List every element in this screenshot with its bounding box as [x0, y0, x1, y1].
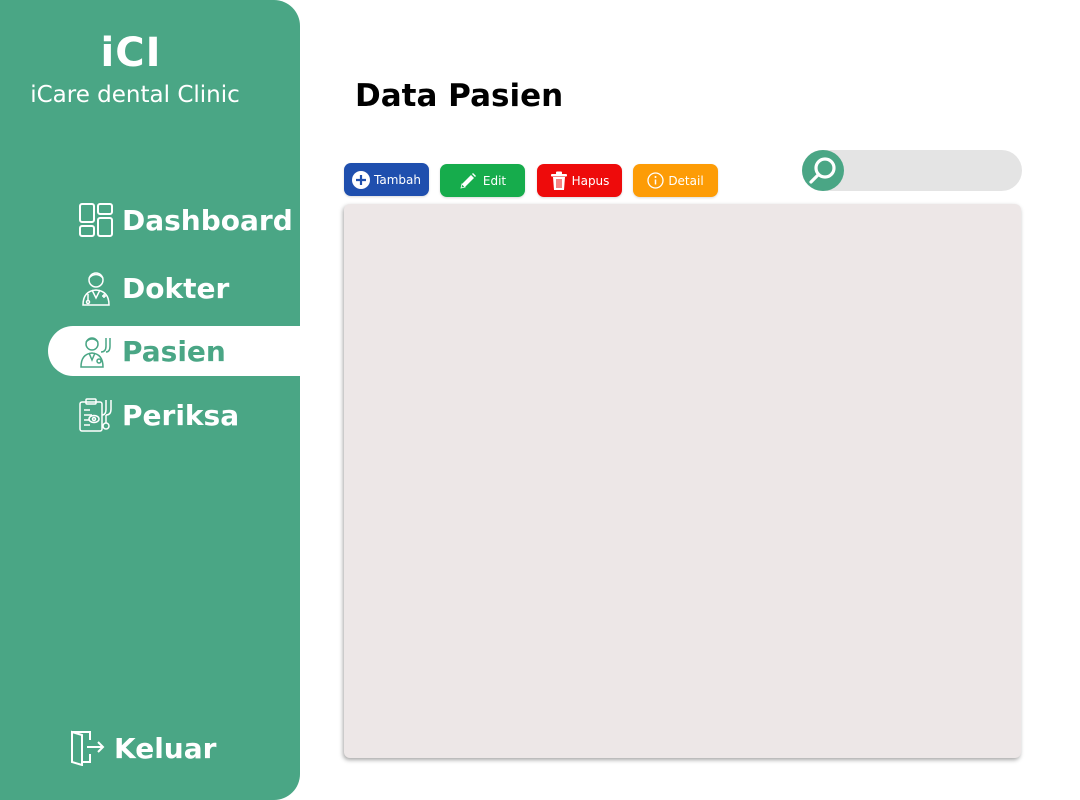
plus-circle-icon: [352, 170, 371, 189]
sidebar-item-label: Periksa: [122, 398, 240, 432]
add-button[interactable]: Tambah: [344, 163, 429, 196]
search-icon: [807, 155, 839, 187]
sidebar-item-periksa[interactable]: Periksa: [48, 390, 300, 440]
checkup-icon: [78, 397, 114, 433]
trash-icon: [550, 171, 568, 191]
brand-subtitle: iCare dental Clinic: [30, 82, 240, 108]
sidebar-item-label: Pasien: [122, 334, 226, 368]
pencil-icon: [459, 172, 477, 190]
logout-label: Keluar: [114, 731, 217, 765]
info-icon: [647, 172, 664, 189]
search-button[interactable]: [802, 150, 844, 191]
logout-button[interactable]: Keluar: [70, 728, 216, 768]
sidebar: iCI iCare dental Clinic Dashboard Dokter…: [0, 0, 300, 800]
sidebar-item-pasien[interactable]: Pasien: [48, 326, 300, 376]
dashboard-icon: [78, 202, 114, 238]
detail-button[interactable]: Detail: [633, 164, 718, 197]
delete-button[interactable]: Hapus: [537, 164, 622, 197]
detail-button-label: Detail: [668, 173, 704, 188]
brand-logo: iCI: [100, 30, 162, 76]
doctor-icon: [78, 270, 114, 306]
page-title: Data Pasien: [355, 78, 564, 114]
sidebar-item-dashboard[interactable]: Dashboard: [48, 195, 300, 245]
add-button-label: Tambah: [374, 172, 421, 187]
sidebar-item-dokter[interactable]: Dokter: [48, 263, 300, 313]
sidebar-item-label: Dokter: [122, 271, 230, 305]
delete-button-label: Hapus: [571, 173, 610, 188]
sidebar-item-label: Dashboard: [122, 203, 293, 237]
search-bar: [802, 150, 1022, 191]
logout-icon: [70, 730, 106, 766]
patient-table-panel: [344, 204, 1021, 758]
edit-button-label: Edit: [482, 173, 507, 188]
edit-button[interactable]: Edit: [440, 164, 525, 197]
search-input[interactable]: [850, 156, 1014, 187]
patient-icon: [78, 333, 114, 369]
